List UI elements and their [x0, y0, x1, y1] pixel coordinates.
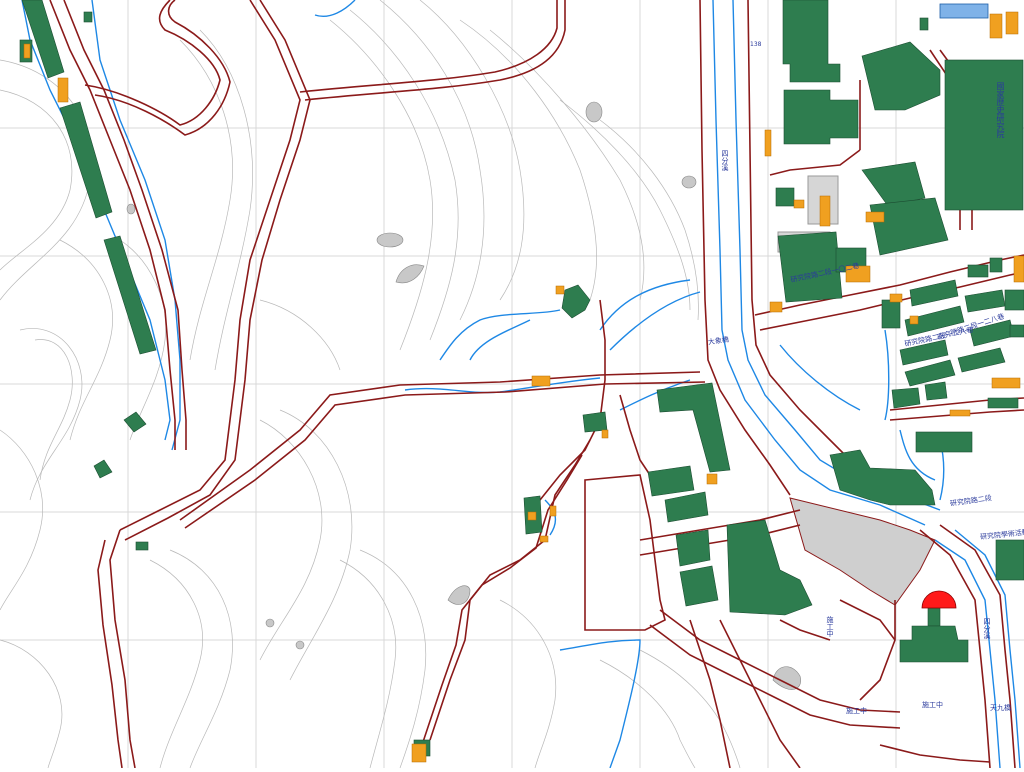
topographic-map[interactable]: 四分溪 國家歷史研究院 研究院路二段一〇二巷 研究院路二段一二八巷 研究院路二段… [0, 0, 1024, 769]
label-old-bridge: 天九橋 [990, 704, 1011, 712]
label-construction-3: 施工中 [922, 701, 943, 709]
annex-structures [23, 11, 1024, 763]
label-construction-2: 施工中 [846, 707, 867, 715]
station-block [939, 3, 989, 19]
label-stream-south: 四分溪 [983, 618, 991, 639]
label-stream-north: 四分溪 [721, 150, 729, 171]
location-marker-dome[interactable] [921, 590, 957, 609]
label-construction-1: 施工中 [826, 616, 834, 637]
label-national-museum: 國家歷史研究院 [996, 82, 1005, 138]
label-elevation: 138 [750, 41, 762, 48]
map-canvas[interactable] [0, 0, 1024, 769]
